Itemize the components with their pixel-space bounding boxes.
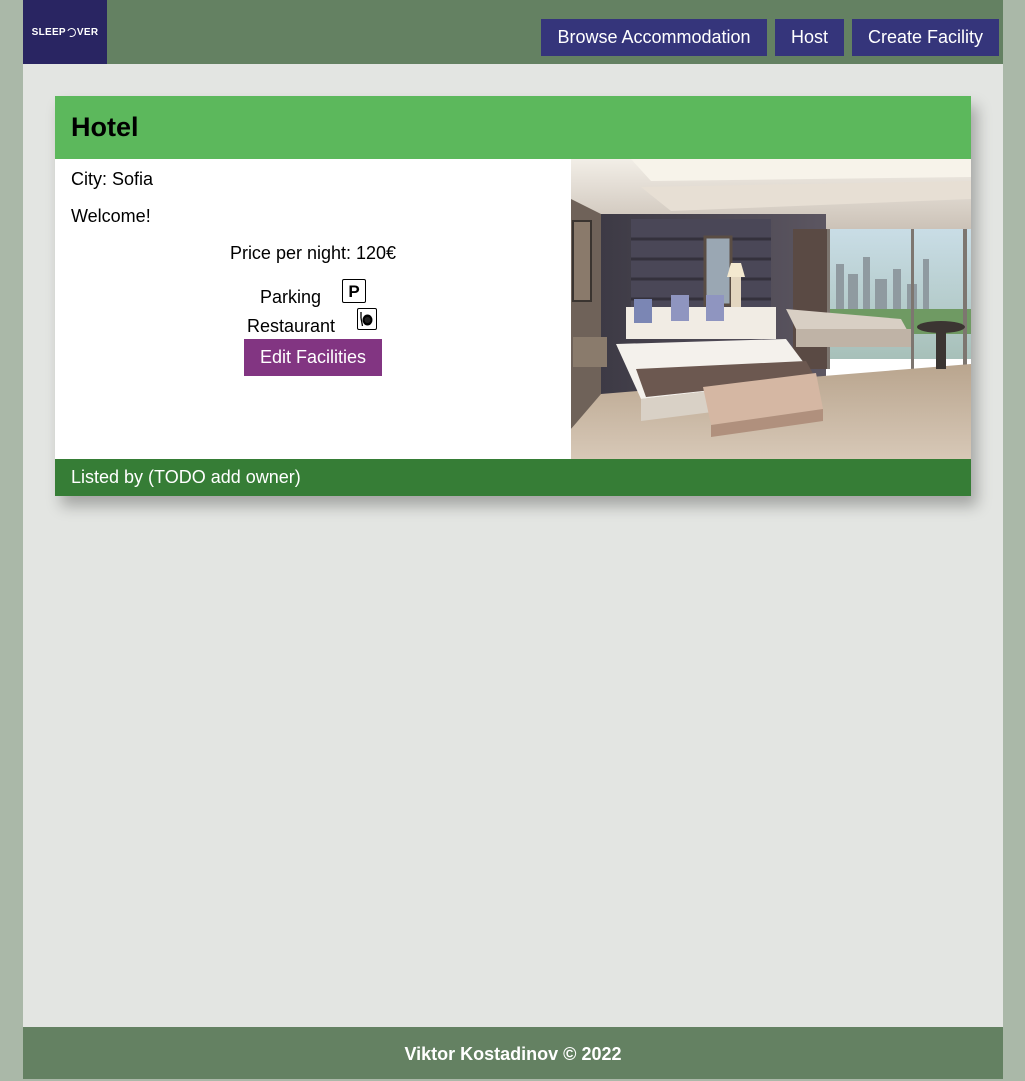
edit-facilities-button[interactable]: Edit Facilities bbox=[244, 339, 382, 376]
page-footer: Viktor Kostadinov © 2022 bbox=[23, 1027, 1003, 1079]
facility-parking-label: Parking bbox=[260, 287, 322, 307]
top-navbar: SLEEP VER Browse Accommodation Host Crea… bbox=[23, 0, 1003, 64]
card-header: Hotel bbox=[55, 96, 971, 159]
parking-icon: P bbox=[342, 279, 366, 303]
create-facility-button[interactable]: Create Facility bbox=[852, 19, 999, 56]
moon-icon bbox=[65, 26, 78, 38]
restaurant-icon bbox=[357, 308, 377, 330]
host-button[interactable]: Host bbox=[775, 19, 844, 56]
browse-accommodation-button[interactable]: Browse Accommodation bbox=[541, 19, 767, 56]
listing-price: Price per night: 120€ bbox=[229, 243, 397, 263]
facility-restaurant-label: Restaurant bbox=[247, 316, 336, 336]
listing-card: Hotel City: Sofia Welcome! Price per nig… bbox=[55, 96, 971, 496]
listed-by-text: Listed by (TODO add owner) bbox=[71, 467, 301, 487]
page: SLEEP VER Browse Accommodation Host Crea… bbox=[23, 0, 1003, 1079]
card-footer: Listed by (TODO add owner) bbox=[55, 459, 971, 496]
listing-title: Hotel bbox=[71, 112, 139, 142]
hotel-room-image bbox=[571, 159, 971, 459]
listing-description: Welcome! bbox=[71, 206, 151, 226]
logo-text-left: SLEEP bbox=[31, 26, 66, 38]
listing-city: City: Sofia bbox=[71, 169, 154, 189]
sleepover-logo[interactable]: SLEEP VER bbox=[23, 0, 107, 64]
logo-text-right: VER bbox=[76, 26, 99, 38]
